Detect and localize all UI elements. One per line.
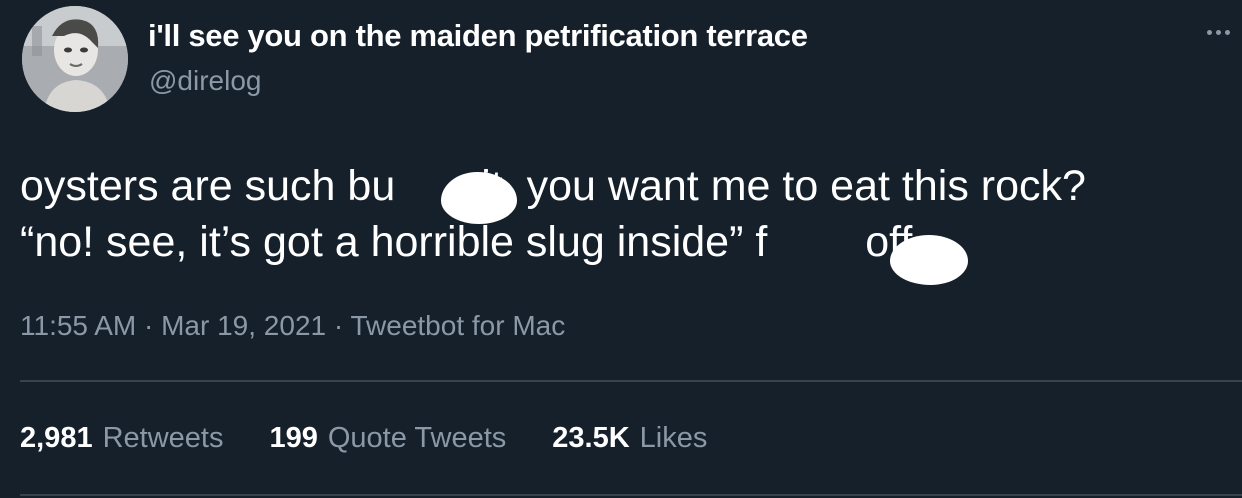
more-options-icon[interactable]: [1200, 18, 1236, 48]
more-dot: [1206, 30, 1212, 35]
retweets-label: Retweets: [102, 422, 224, 454]
divider: [20, 494, 1242, 496]
censor-blob: [890, 235, 968, 285]
retweets-count: 2,981: [20, 422, 93, 454]
author-handle[interactable]: @direlog: [149, 65, 261, 97]
author-avatar[interactable]: [22, 6, 128, 112]
quote-tweets-count: 199: [269, 422, 318, 454]
likes-label: Likes: [639, 422, 708, 454]
avatar-image: [22, 6, 128, 112]
more-dot: [1224, 30, 1230, 35]
tweet-body: oysters are such bu it. you want me to e…: [20, 158, 1230, 270]
author-display-name[interactable]: i'll see you on the maiden petrification…: [148, 18, 808, 54]
quote-tweets-stat[interactable]: 199 Quote Tweets: [269, 422, 506, 455]
likes-stat[interactable]: 23.5K Likes: [552, 422, 707, 455]
quote-tweets-label: Quote Tweets: [327, 422, 507, 454]
tweet-card: i'll see you on the maiden petrification…: [0, 0, 1242, 498]
retweets-stat[interactable]: 2,981 Retweets: [20, 422, 223, 455]
censor-blob: [441, 172, 517, 224]
tweet-text-line: oysters are such bu it. you want me to e…: [20, 162, 1086, 210]
divider: [20, 380, 1242, 382]
tweet-timestamp[interactable]: 11:55 AM · Mar 19, 2021 · Tweetbot for M…: [20, 310, 565, 342]
likes-count: 23.5K: [552, 422, 630, 454]
more-dot: [1215, 30, 1221, 35]
tweet-text-line: “no! see, it’s got a horrible slug insid…: [20, 218, 913, 266]
engagement-stats: 2,981 Retweets 199 Quote Tweets 23.5K Li…: [20, 422, 707, 455]
